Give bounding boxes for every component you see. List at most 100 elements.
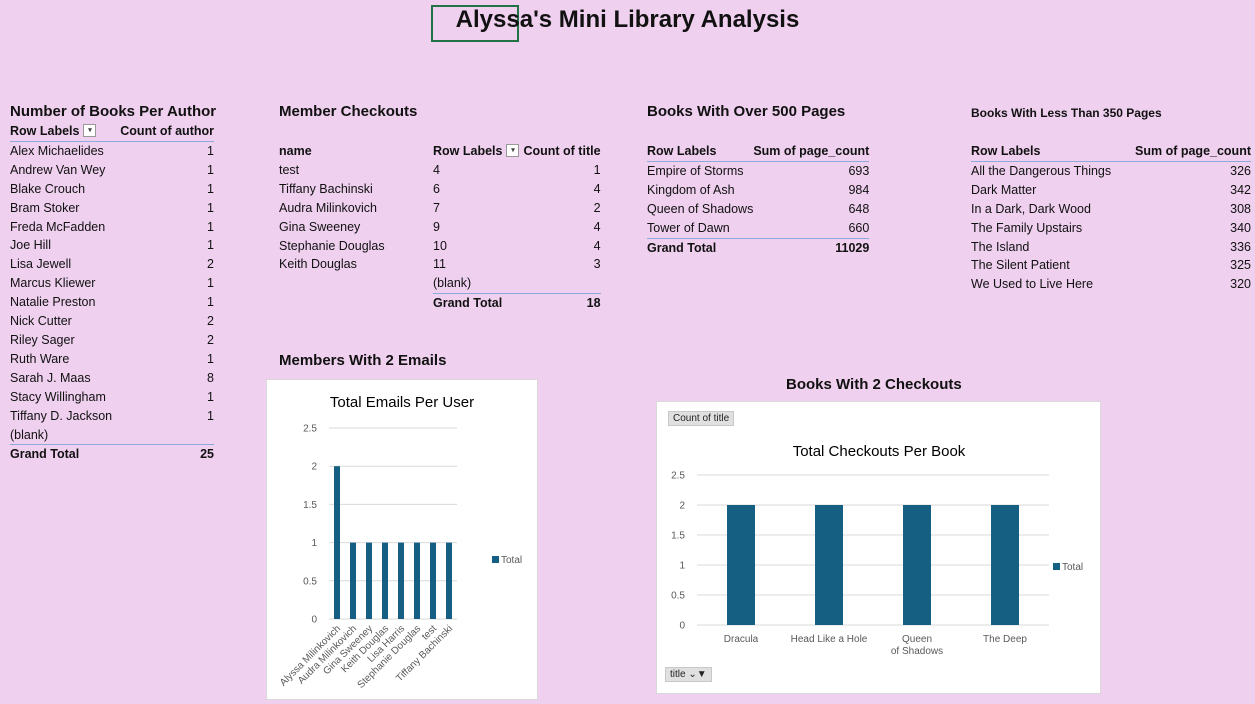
- bar[interactable]: [991, 505, 1019, 625]
- checkouts-chart[interactable]: Count of title Total Checkouts Per Book 0…: [656, 401, 1101, 694]
- table-row[interactable]: 10 4: [433, 237, 601, 256]
- row-label: 6: [433, 181, 440, 196]
- filter-dropdown-icon[interactable]: ▾: [506, 144, 520, 158]
- table-row[interactable]: Marcus Kliewer 1: [10, 274, 214, 293]
- table-row[interactable]: Natalie Preston 1: [10, 293, 214, 312]
- row-label: Nick Cutter: [10, 314, 72, 329]
- row-value: 1: [207, 200, 214, 215]
- row-labels-header: Row Labels: [971, 142, 1125, 162]
- row-value: 340: [1230, 220, 1251, 235]
- pivot-header-row: Row Labels Sum of page_count: [647, 142, 870, 162]
- member-name: Stephanie Douglas: [279, 238, 385, 253]
- page-title: Alyssa's Mini Library Analysis: [455, 6, 800, 33]
- row-value: 308: [1230, 201, 1251, 216]
- bar[interactable]: [414, 542, 420, 619]
- chart-title: Total Emails Per User: [330, 394, 474, 411]
- table-row[interactable]: 94: [433, 218, 601, 237]
- table-row[interactable]: Lisa Jewell 2: [10, 255, 214, 274]
- filter-dropdown-icon[interactable]: ▾: [83, 124, 97, 138]
- bar[interactable]: [815, 505, 843, 625]
- table-row[interactable]: The Family Upstairs 340: [971, 219, 1251, 238]
- list-item: Keith Douglas: [279, 255, 385, 274]
- table-row[interactable]: Empire of Storms 693: [647, 161, 869, 180]
- under350-pivot-table[interactable]: Row Labels Sum of page_count All the Dan…: [971, 142, 1251, 294]
- bar[interactable]: [727, 505, 755, 625]
- checkouts-chart-svg: Total Checkouts Per Book 0 0.5 1 1.5 2 2.5 Drac…: [671, 443, 1083, 657]
- row-label: Bram Stoker: [10, 200, 80, 215]
- row-value: 3: [593, 257, 601, 272]
- table-row[interactable]: Tower of Dawn 660: [647, 219, 869, 238]
- bar[interactable]: [446, 542, 452, 619]
- bar[interactable]: [398, 542, 404, 619]
- table-row[interactable]: Ruth Ware 1: [10, 350, 214, 369]
- row-value: 320: [1230, 277, 1251, 292]
- table-row[interactable]: In a Dark, Dark Wood 308: [971, 200, 1251, 219]
- bar[interactable]: [366, 542, 372, 619]
- table-row[interactable]: Nick Cutter 2: [10, 312, 214, 331]
- checkouts-pivot-table[interactable]: Row Labels ▾ Count of title 4 1 6 4 7 2 9 4 10 4 11…: [433, 142, 601, 314]
- table-row[interactable]: 64: [433, 180, 601, 199]
- row-value: 1: [207, 351, 214, 366]
- grand-total-value: 18: [523, 293, 601, 314]
- table-row[interactable]: All the Dangerous Things 326: [971, 161, 1251, 180]
- row-value: 1: [207, 389, 214, 404]
- grand-total-row: Grand Total 11029: [647, 237, 870, 258]
- over500-section-title: Books With Over 500 Pages: [647, 103, 846, 120]
- bar[interactable]: [430, 542, 436, 619]
- table-row[interactable]: Tiffany D. Jackson 1: [10, 407, 214, 426]
- count-of-title-field-button[interactable]: Count of title: [668, 411, 735, 426]
- title-field-filter-button[interactable]: title ⌄▼: [665, 667, 712, 682]
- y-tick-label: 2: [311, 462, 317, 473]
- emails-chart[interactable]: Total Emails Per User 0 0.5 1 1.5 2 2.5 Alyssa …: [266, 379, 538, 700]
- row-label: Empire of Storms: [647, 163, 744, 178]
- over500-pivot-table[interactable]: Row Labels Sum of page_count Empire of S…: [647, 142, 870, 258]
- table-row[interactable]: (blank): [10, 426, 214, 445]
- bar[interactable]: [903, 505, 931, 625]
- x-tick-label: Dracula: [724, 634, 759, 645]
- row-label: Marcus Kliewer: [10, 276, 96, 291]
- table-row[interactable]: Freda McFadden 1: [10, 218, 214, 237]
- row-label: Lisa Jewell: [10, 257, 72, 272]
- bar[interactable]: [350, 542, 356, 619]
- row-value: 1: [207, 162, 214, 177]
- table-row[interactable]: Riley Sager 2: [10, 331, 214, 350]
- table-row[interactable]: Andrew Van Wey 1: [10, 161, 214, 180]
- row-value: [523, 274, 600, 293]
- bar[interactable]: [382, 542, 388, 619]
- table-row[interactable]: 72: [433, 199, 601, 218]
- table-row[interactable]: We Used to Live Here 320: [971, 275, 1251, 294]
- sum-page-count-header: Sum of page_count: [1124, 142, 1251, 162]
- table-row[interactable]: Queen of Shadows 648: [647, 200, 869, 219]
- row-value: 1: [593, 162, 601, 177]
- row-label: 10: [433, 238, 447, 253]
- bar[interactable]: [334, 466, 340, 619]
- authors-pivot-table[interactable]: Row Labels ▾ Count of author Alex Michael…: [10, 122, 214, 465]
- table-row[interactable]: Kingdom of Ash 984: [647, 181, 869, 200]
- table-row[interactable]: The Silent Patient 325: [971, 256, 1251, 275]
- table-row[interactable]: Joe Hill 1: [10, 236, 214, 255]
- table-row[interactable]: (blank): [433, 274, 601, 293]
- y-tick-label: 0: [311, 615, 317, 626]
- list-item: test: [279, 161, 385, 180]
- table-row[interactable]: Blake Crouch 1: [10, 180, 214, 199]
- table-row[interactable]: Stacy Willingham 1: [10, 388, 214, 407]
- y-tick-label: 2.5: [303, 424, 317, 435]
- title-field-label: title: [670, 669, 686, 680]
- grand-total-row: Grand Total 25: [10, 444, 214, 465]
- filter-funnel-icon: ⌄▼: [688, 669, 707, 680]
- table-row[interactable]: 11 3: [433, 255, 601, 274]
- table-row[interactable]: 41: [433, 161, 601, 180]
- table-row[interactable]: Dark Matter 342: [971, 181, 1251, 200]
- row-label: Tower of Dawn: [647, 220, 730, 235]
- emails-chart-svg: Total Emails Per User00.511.522.5Alyssa …: [278, 394, 522, 691]
- row-label: 11: [433, 257, 446, 272]
- table-row[interactable]: Bram Stoker 1: [10, 199, 214, 218]
- row-label: Riley Sager: [10, 332, 75, 347]
- table-row[interactable]: Sarah J. Maas 8: [10, 369, 214, 388]
- row-label: Sarah J. Maas: [10, 370, 91, 385]
- list-item: Stephanie Douglas: [279, 237, 385, 256]
- row-label: Alex Michaelides: [10, 143, 104, 158]
- table-row[interactable]: The Island 336: [971, 238, 1251, 257]
- row-labels-header: Row Labels: [10, 124, 80, 138]
- table-row[interactable]: Alex Michaelides 1: [10, 141, 214, 160]
